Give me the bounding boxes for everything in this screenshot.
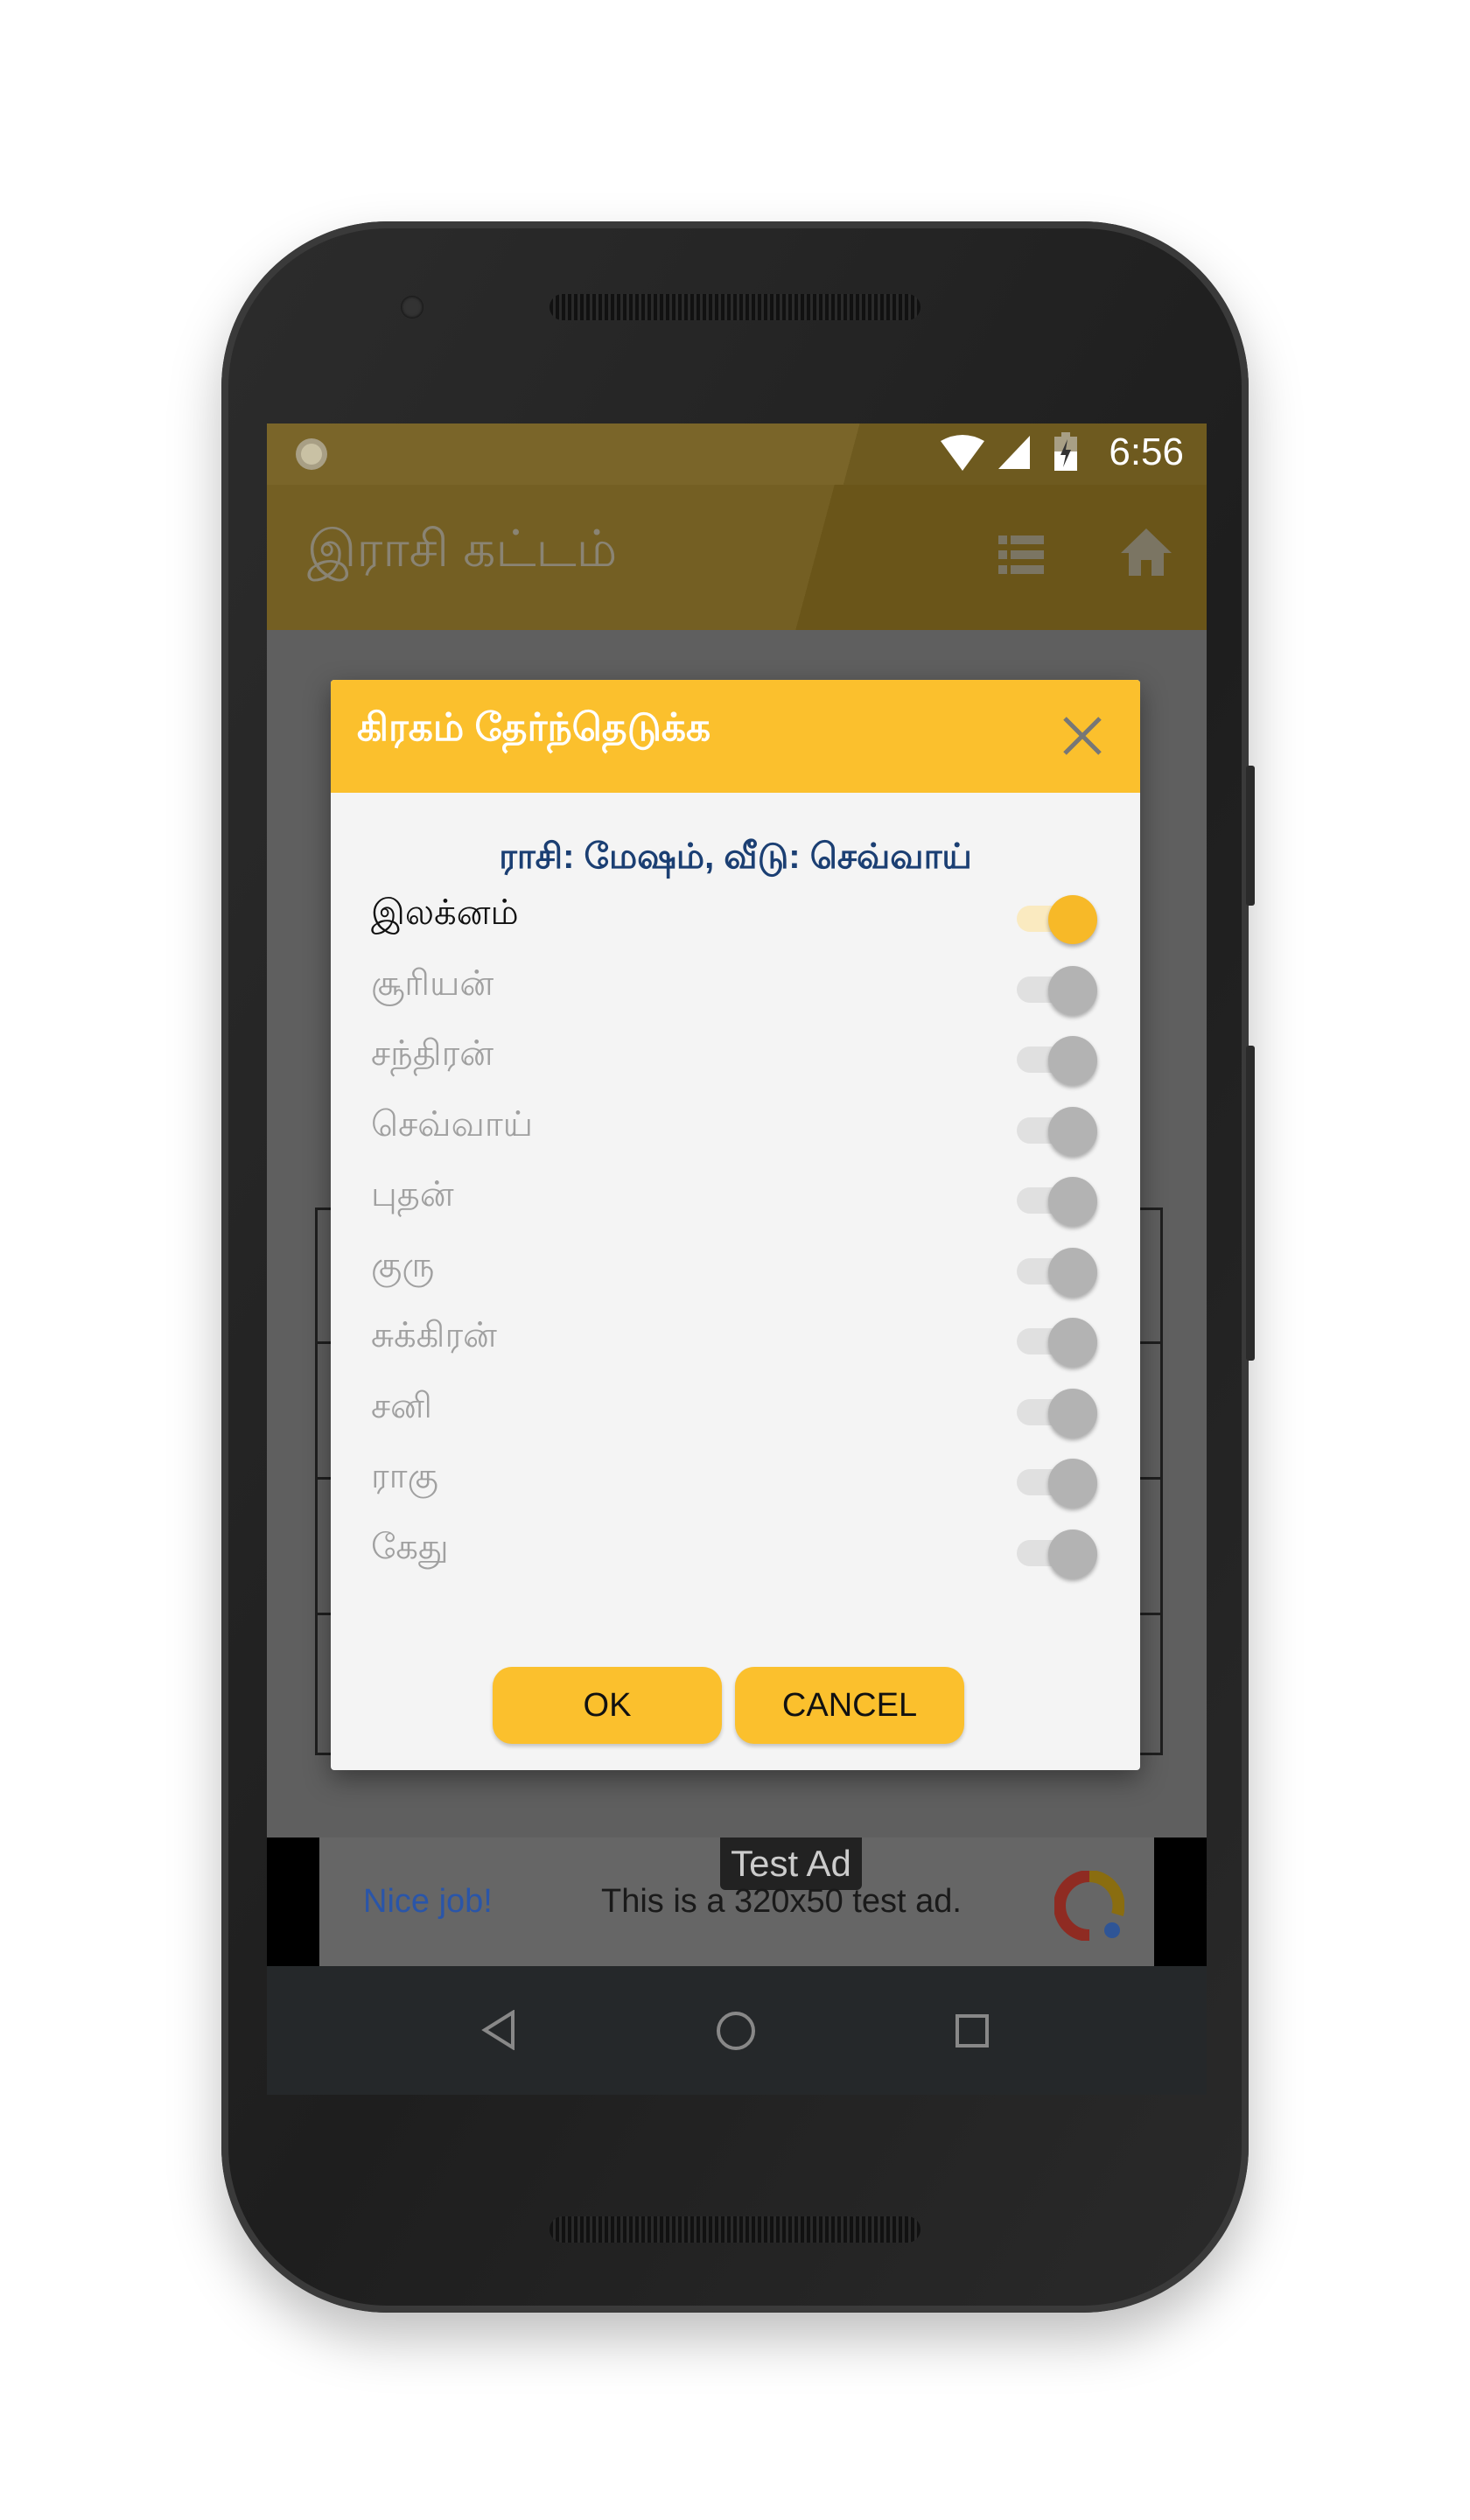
app-title: இராசி கட்டம் xyxy=(307,521,618,578)
dialog-title: கிரகம் தேர்ந்தெடுக்க xyxy=(357,706,711,749)
toggle-switch[interactable] xyxy=(1048,1106,1097,1156)
toggle-switch[interactable] xyxy=(1048,895,1097,944)
toggle-switch[interactable] xyxy=(1048,1459,1097,1508)
planet-toggle-row[interactable]: சந்திரன் xyxy=(371,1022,1106,1092)
planet-label: சூரியன் xyxy=(371,963,494,1003)
ad-body[interactable]: This is a 320x50 test ad. xyxy=(601,1883,962,1921)
dialog-subtitle: ராசி: மேஷம், வீடு: செவ்வாய் xyxy=(499,837,972,876)
list-icon[interactable] xyxy=(998,536,1044,574)
admob-logo-icon xyxy=(1054,1871,1124,1941)
planet-label: சுக்கிரன் xyxy=(371,1316,497,1354)
home-icon[interactable] xyxy=(1121,528,1172,576)
back-icon[interactable] xyxy=(481,2010,516,2050)
signal-icon xyxy=(998,436,1030,469)
toggle-switch[interactable] xyxy=(1048,1247,1097,1297)
planet-label: கேது xyxy=(371,1527,449,1566)
planet-label: சனி xyxy=(371,1386,432,1425)
planet-label: சந்திரன் xyxy=(371,1034,494,1073)
home-nav-icon[interactable] xyxy=(715,2010,757,2052)
app-bar: இராசி கட்டம் xyxy=(267,485,1207,630)
planet-label: குரு xyxy=(371,1245,435,1284)
cancel-button[interactable]: CANCEL xyxy=(735,1667,964,1744)
front-camera xyxy=(401,296,424,318)
dialog-header: கிரகம் தேர்ந்தெடுக்க xyxy=(331,680,1140,793)
ad-headline[interactable]: Nice job! xyxy=(363,1883,493,1921)
toggle-switch[interactable] xyxy=(1048,965,1097,1015)
toggle-switch[interactable] xyxy=(1048,1318,1097,1367)
planet-toggle-row[interactable]: புதன் xyxy=(371,1163,1106,1233)
status-bar: 6:56 xyxy=(267,424,1207,485)
toggle-switch[interactable] xyxy=(1048,1177,1097,1226)
planet-select-dialog: கிரகம் தேர்ந்தெடுக்க ராசி: மேஷம், வீடு: … xyxy=(331,680,1140,1770)
volume-button xyxy=(1246,1046,1255,1361)
planet-toggle-row[interactable]: செவ்வாய் xyxy=(371,1093,1106,1163)
screen: 6:56 இராசி கட்டம் கிரகம் தேர்ந்தெடுக்க ர… xyxy=(267,424,1207,2095)
planet-toggle-row[interactable]: சூரியன் xyxy=(371,952,1106,1022)
navigation-bar xyxy=(267,1966,1207,2095)
notification-circle-icon xyxy=(296,438,327,470)
recents-icon[interactable] xyxy=(955,2013,990,2048)
planet-label: செவ்வாய் xyxy=(371,1104,534,1144)
power-button xyxy=(1246,766,1255,906)
ad-banner[interactable]: Test Ad Nice job! This is a 320x50 test … xyxy=(267,1838,1207,1966)
planet-label: ராகு xyxy=(371,1457,438,1495)
toggle-switch[interactable] xyxy=(1048,1529,1097,1578)
planet-label: இலக்னம் xyxy=(371,893,519,932)
ok-button[interactable]: OK xyxy=(493,1667,722,1744)
planet-toggle-row[interactable]: சுக்கிரன் xyxy=(371,1304,1106,1374)
top-speaker xyxy=(550,294,920,320)
planet-toggle-row[interactable]: சனி xyxy=(371,1375,1106,1445)
planet-toggle-row[interactable]: ராகு xyxy=(371,1445,1106,1515)
ad-content[interactable]: Test Ad Nice job! This is a 320x50 test … xyxy=(319,1838,1154,1966)
planet-toggle-row[interactable]: இலக்னம் xyxy=(371,881,1106,951)
ad-tag: Test Ad xyxy=(720,1838,862,1890)
close-icon[interactable] xyxy=(1060,713,1105,759)
planet-label: புதன் xyxy=(371,1175,454,1214)
status-time: 6:56 xyxy=(1109,430,1184,473)
planet-toggle-row[interactable]: குரு xyxy=(371,1234,1106,1304)
planet-toggle-row[interactable]: கேது xyxy=(371,1516,1106,1586)
toggle-switch[interactable] xyxy=(1048,1388,1097,1438)
bottom-speaker xyxy=(550,2216,920,2243)
wifi-icon xyxy=(941,435,984,471)
battery-charging-icon xyxy=(1054,432,1077,471)
toggle-switch[interactable] xyxy=(1048,1036,1097,1085)
